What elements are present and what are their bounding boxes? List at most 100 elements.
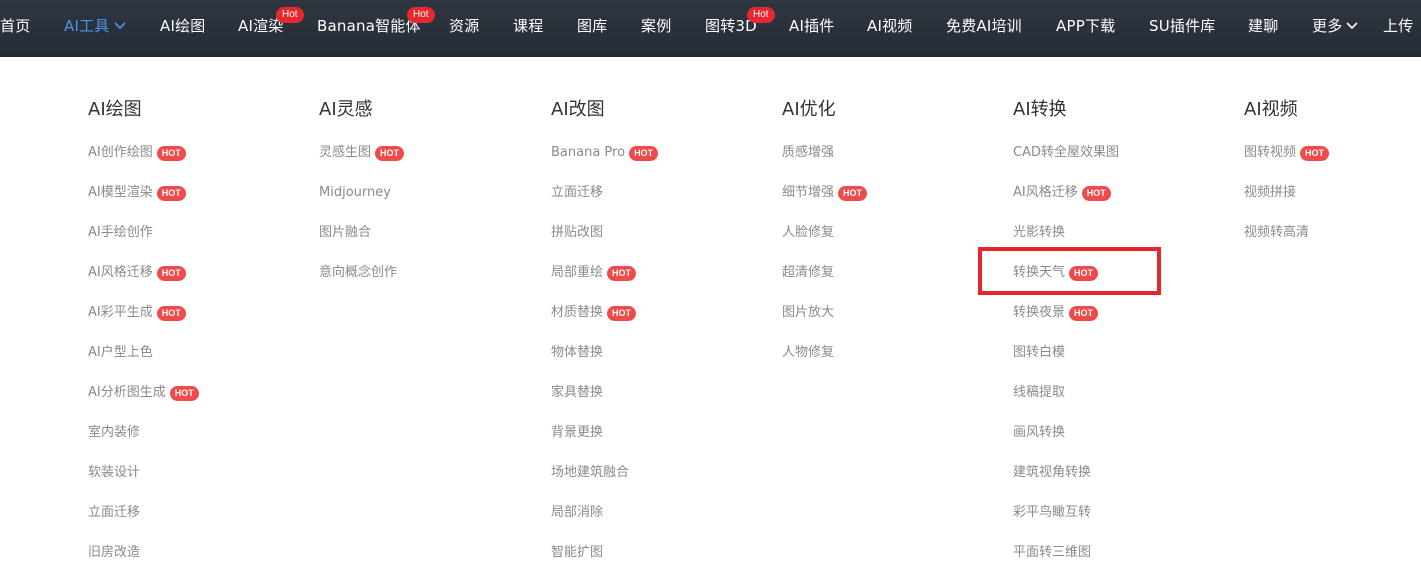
nav-item-label: 案例 [641,17,672,35]
menu-item[interactable]: 图转视频 HOT [1244,142,1330,164]
menu-item[interactable]: 平面转三维图 [1013,542,1091,564]
menu-item-label: AI分析图生成 [88,385,166,400]
menu-item[interactable]: AI风格迁移 HOT [1013,182,1111,204]
menu-item[interactable]: 灵感生图 HOT [319,142,405,164]
nav-item-4[interactable]: Banana智能体 [317,0,421,57]
menu-item-label: 物体替换 [551,345,604,360]
nav-item-2[interactable]: AI绘图 [160,0,206,57]
nav-item-6[interactable]: 课程 [513,0,543,57]
nav-item-3[interactable]: AI渲染 [238,0,284,57]
menu-item-label: 视频拼接 [1244,185,1297,200]
nav-item-label: 上传 [1383,17,1414,35]
menu-item-label: 背景更换 [551,425,604,440]
menu-item-label: 图转白模 [1013,345,1066,360]
nav-item-label: AI视频 [867,17,913,35]
menu-item[interactable]: AI手绘创作 [88,222,153,244]
menu-item-label: AI模型渲染 [88,185,153,200]
menu-item-label: 灵感生图 [319,145,372,160]
menu-item[interactable]: AI彩平生成 HOT [88,302,186,324]
menu-item[interactable]: AI分析图生成 HOT [88,382,199,404]
menu-item-label: 局部消除 [551,505,604,520]
nav-item-17[interactable]: 上传 [1383,0,1413,57]
menu-item[interactable]: 局部消除 [551,502,603,524]
highlight-annotation-box [978,247,1161,295]
menu-item[interactable]: Midjourney [319,182,391,204]
menu-item[interactable]: 局部重绘 HOT [551,262,637,284]
nav-item-1[interactable]: AI工具 [64,0,127,57]
menu-item[interactable]: 光影转换 [1013,222,1065,244]
nav-item-8[interactable]: 案例 [641,0,671,57]
nav-item-7[interactable]: 图库 [577,0,607,57]
nav-item-10[interactable]: AI插件 [789,0,835,57]
menu-item[interactable]: 拼贴改图 [551,222,603,244]
menu-item[interactable]: 智能扩图 [551,542,603,564]
menu-item-label: 立面迁移 [88,505,141,520]
menu-item-label: 拼贴改图 [551,225,604,240]
menu-item[interactable]: 超清修复 [782,262,834,284]
menu-item[interactable]: AI模型渲染 HOT [88,182,186,204]
menu-item[interactable]: 软装设计 [88,462,140,484]
nav-item-label: AI工具 [64,17,110,35]
menu-item[interactable]: 图片融合 [319,222,371,244]
menu-item[interactable]: CAD转全屋效果图 [1013,142,1119,164]
menu-item-label: 人脸修复 [782,225,835,240]
menu-item-label: 材质替换 [551,305,604,320]
nav-item-0[interactable]: 首页 [0,0,30,57]
menu-item-label: AI风格迁移 [1013,185,1078,200]
nav-item-14[interactable]: SU插件库 [1149,0,1216,57]
nav-item-label: 更多 [1312,17,1343,35]
menu-item[interactable]: AI户型上色 [88,342,153,364]
menu-item-label: 软装设计 [88,465,141,480]
menu-item[interactable]: 视频拼接 [1244,182,1296,204]
menu-item[interactable]: 转换夜景 HOT [1013,302,1099,324]
hot-badge: HOT [1081,185,1111,201]
menu-item[interactable]: 彩平鸟瞰互转 [1013,502,1091,524]
hot-tag: Hot [407,7,435,23]
menu-item[interactable]: 画风转换 [1013,422,1065,444]
top-navigation-bar: 首页 AI工具 AI绘图 AI渲染 Hot Banana智能体 Hot 资源 课程 图库 案例 图转3… [0,0,1421,57]
nav-item-label: Banana智能体 [317,17,421,35]
menu-item-label: 转换夜景 [1013,305,1066,320]
menu-item[interactable]: 场地建筑融合 [551,462,629,484]
hot-badge: HOT [156,265,186,281]
menu-item[interactable]: AI创作绘图 HOT [88,142,186,164]
nav-item-16[interactable]: 更多 [1312,0,1359,57]
nav-item-label: 首页 [0,17,31,35]
nav-item-15[interactable]: 建聊 [1248,0,1278,57]
menu-item[interactable]: Banana Pro HOT [551,142,659,164]
menu-item[interactable]: 材质替换 HOT [551,302,637,324]
nav-item-label: 资源 [449,17,480,35]
menu-item-label: AI户型上色 [88,345,153,360]
menu-item[interactable]: 图转白模 [1013,342,1065,364]
menu-item[interactable]: 细节增强 HOT [782,182,868,204]
menu-item-label: 超清修复 [782,265,835,280]
nav-item-11[interactable]: AI视频 [867,0,913,57]
nav-item-label: AI绘图 [160,17,206,35]
menu-item-label: AI风格迁移 [88,265,153,280]
column-title: AI优化 [782,99,836,120]
hot-badge: HOT [156,145,186,161]
menu-item[interactable]: 立面迁移 [551,182,603,204]
menu-item[interactable]: AI风格迁移 HOT [88,262,186,284]
menu-item[interactable]: 意向概念创作 [319,262,397,284]
menu-item[interactable]: 物体替换 [551,342,603,364]
menu-item[interactable]: 室内装修 [88,422,140,444]
menu-item[interactable]: 线稿提取 [1013,382,1065,404]
menu-item-label: 建筑视角转换 [1013,465,1092,480]
nav-item-13[interactable]: APP下载 [1056,0,1115,57]
menu-item[interactable]: 图片放大 [782,302,834,324]
menu-item[interactable]: 人脸修复 [782,222,834,244]
nav-item-12[interactable]: 免费AI培训 [946,0,1022,57]
nav-item-5[interactable]: 资源 [449,0,479,57]
menu-item[interactable]: 建筑视角转换 [1013,462,1091,484]
menu-item[interactable]: 人物修复 [782,342,834,364]
menu-item[interactable]: 立面迁移 [88,502,140,524]
menu-item[interactable]: 视频转高清 [1244,222,1309,244]
column-title: AI灵感 [319,99,373,120]
menu-item[interactable]: 背景更换 [551,422,603,444]
menu-item[interactable]: 旧房改造 [88,542,140,564]
hot-badge: HOT [1300,145,1330,161]
menu-item[interactable]: 家具替换 [551,382,603,404]
menu-item-label: 图片融合 [319,225,372,240]
menu-item[interactable]: 质感增强 [782,142,834,164]
